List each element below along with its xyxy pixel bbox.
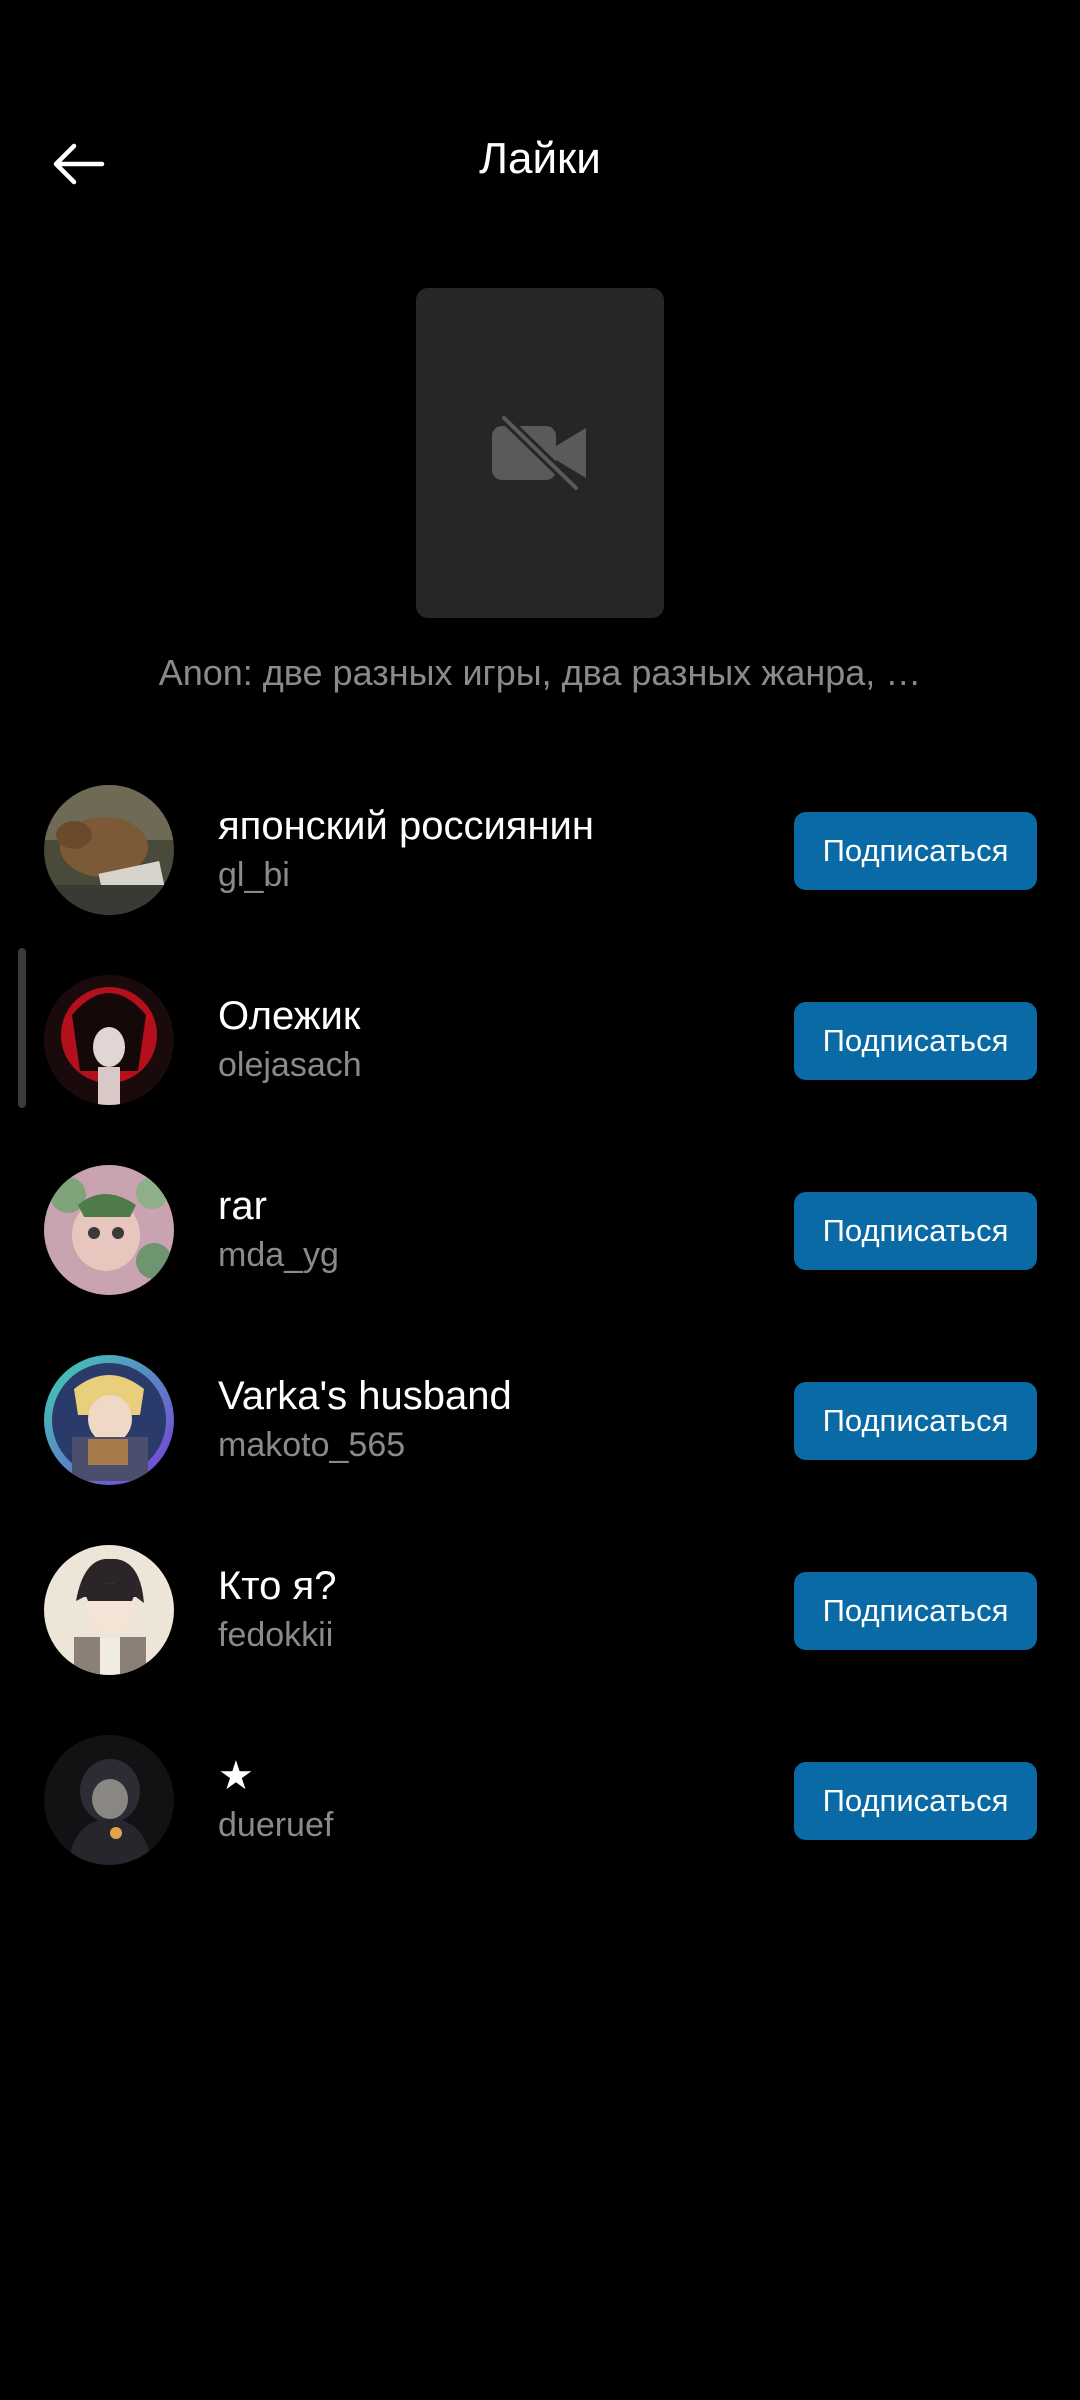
video-off-icon — [492, 414, 586, 492]
avatar[interactable] — [44, 1735, 174, 1865]
avatar[interactable] — [44, 1545, 174, 1675]
follow-button[interactable]: Подписаться — [794, 812, 1037, 890]
display-name: Кто я? — [218, 1564, 337, 1608]
user-names: Varka's husband makoto_565 — [218, 1372, 778, 1468]
list-item[interactable]: японский россиянин gl_bi Подписаться — [0, 780, 1080, 970]
list-item[interactable]: ★ dueruef Подписаться — [0, 1730, 1080, 1920]
follow-button[interactable]: Подписаться — [794, 1572, 1037, 1650]
list-item[interactable]: Varka's husband makoto_565 Подписаться — [0, 1350, 1080, 1540]
list-item[interactable]: rar mda_yg Подписаться — [0, 1160, 1080, 1350]
avatar[interactable] — [44, 785, 174, 915]
likes-list: японский россиянин gl_bi Подписаться Оле… — [0, 780, 1080, 1920]
list-item[interactable]: Олежик olejasach Подписаться — [0, 970, 1080, 1160]
display-name: Олежик — [218, 994, 361, 1038]
user-names: японский россиянин gl_bi — [218, 802, 778, 898]
username: gl_bi — [218, 856, 290, 894]
post-thumbnail[interactable] — [416, 288, 664, 618]
avatar[interactable] — [44, 1355, 174, 1485]
post-caption: Anon: две разных игры, два разных жанра,… — [158, 652, 922, 693]
follow-button[interactable]: Подписаться — [794, 1002, 1037, 1080]
avatar[interactable] — [44, 975, 174, 1105]
follow-button[interactable]: Подписаться — [794, 1192, 1037, 1270]
follow-button[interactable]: Подписаться — [794, 1382, 1037, 1460]
page-title: Лайки — [479, 134, 601, 183]
user-names: Олежик olejasach — [218, 992, 778, 1088]
display-name: японский россиянин — [218, 804, 594, 848]
user-names: Кто я? fedokkii — [218, 1562, 778, 1658]
username: fedokkii — [218, 1616, 334, 1654]
username: makoto_565 — [218, 1426, 406, 1464]
avatar[interactable] — [44, 1165, 174, 1295]
display-name: ★ — [218, 1754, 254, 1798]
username: olejasach — [218, 1046, 362, 1084]
user-names: ★ dueruef — [218, 1752, 778, 1848]
display-name: Varka's husband — [218, 1374, 512, 1418]
follow-button[interactable]: Подписаться — [794, 1762, 1037, 1840]
user-names: rar mda_yg — [218, 1182, 778, 1278]
top-bar: Лайки — [0, 100, 1080, 230]
list-item[interactable]: Кто я? fedokkii Подписаться — [0, 1540, 1080, 1730]
username: dueruef — [218, 1806, 334, 1844]
username: mda_yg — [218, 1236, 339, 1274]
display-name: rar — [218, 1184, 267, 1228]
